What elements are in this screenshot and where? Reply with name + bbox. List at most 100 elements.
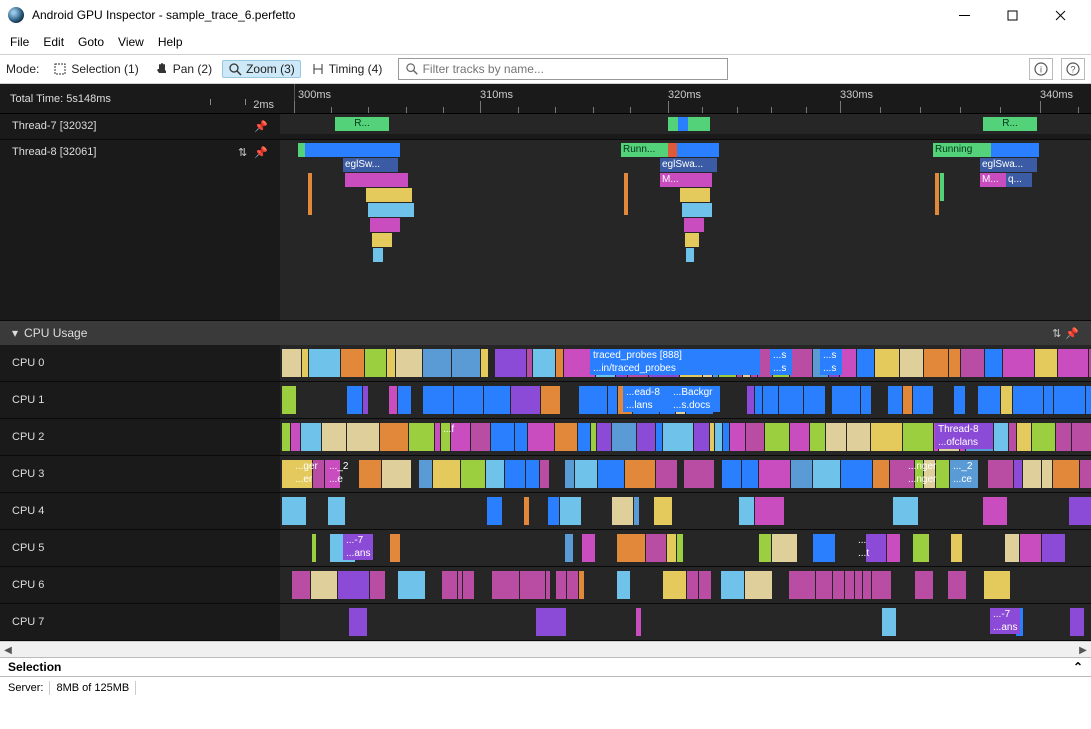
slice[interactable] [298, 143, 305, 157]
cpu-slice-label[interactable]: ..._2...e [326, 460, 350, 486]
slice[interactable] [688, 117, 710, 131]
cpu-content[interactable]: ...-7...ans ......t [280, 530, 1091, 566]
slice-running[interactable]: Runn... [621, 143, 668, 157]
menu-help[interactable]: Help [158, 35, 183, 49]
slice[interactable] [685, 233, 699, 247]
slice-m[interactable]: M... [980, 173, 1006, 187]
maximize-button[interactable] [997, 5, 1027, 25]
cpu-content[interactable] [280, 493, 1091, 529]
pin-icon[interactable]: 📌 [1065, 327, 1079, 340]
cpu-content[interactable]: Thread-8...ofclans ...f [280, 419, 1091, 455]
cpu-row-3[interactable]: CPU 3...ger...er..._2...e...nger...nger.… [0, 456, 1091, 493]
slice[interactable] [680, 188, 710, 202]
track-thread-8[interactable]: Thread-8 [32061] ⇅ 📌 eglSw... Runn... eg… [0, 140, 1091, 321]
pin-icon[interactable]: 📌 [254, 121, 268, 133]
selection-panel-header[interactable]: Selection ⌃ [0, 657, 1091, 677]
slice[interactable] [308, 173, 312, 215]
cpu-slice-label[interactable]: traced_probes [888]...in/traced_probes [590, 349, 760, 375]
statusbar: Server: 8MB of 125MB [0, 677, 1091, 699]
cpu-row-7[interactable]: CPU 7...-7...ans [0, 604, 1091, 641]
slice-running[interactable]: R... [983, 117, 1037, 131]
cpu-row-5[interactable]: CPU 5...-7...ans......t [0, 530, 1091, 567]
menu-goto[interactable]: Goto [78, 35, 104, 49]
selection-icon [53, 62, 67, 76]
slice-m[interactable]: M... [660, 173, 688, 187]
menu-view[interactable]: View [118, 35, 144, 49]
cpu-slice-label[interactable]: ......t [855, 534, 879, 560]
time-ruler[interactable]: Total Time: 5s148ms 2ms 300ms 310ms 320m… [0, 84, 1091, 114]
cpu-slice-label[interactable]: ...s...s [770, 349, 792, 375]
cpu-slice-label[interactable]: ...ger...er [292, 460, 322, 486]
slice[interactable] [372, 233, 392, 247]
cpu-slice-label[interactable]: ..._2...ce [950, 460, 978, 486]
zoom-mode-button[interactable]: Zoom (3) [222, 60, 301, 78]
slice[interactable] [345, 173, 408, 187]
slice[interactable] [678, 117, 688, 131]
slice[interactable] [686, 248, 694, 262]
cpu-row-2[interactable]: CPU 2Thread-8...ofclans...f [0, 419, 1091, 456]
track-filter[interactable] [398, 58, 728, 80]
horizontal-scrollbar[interactable]: ◀ ▶ [0, 641, 1091, 657]
slice[interactable] [684, 218, 704, 232]
cpu-slice-label[interactable]: ...f [440, 423, 470, 449]
cpu-content[interactable]: traced_probes [888]...in/traced_probes..… [280, 345, 1091, 381]
track-thread-7[interactable]: Thread-7 [32032] 📌 R... R... [0, 114, 1091, 140]
cpu-slice-label[interactable]: ...-7...ans [343, 534, 373, 560]
slice[interactable] [940, 173, 944, 201]
menu-file[interactable]: File [10, 35, 29, 49]
slice[interactable] [677, 143, 719, 157]
cpu-row-0[interactable]: CPU 0traced_probes [888]...in/traced_pro… [0, 345, 1091, 382]
thread-7-content[interactable]: R... R... [280, 114, 1091, 134]
close-button[interactable] [1045, 5, 1075, 25]
slice[interactable] [668, 143, 677, 157]
pin-icon[interactable]: 📌 [254, 147, 268, 159]
slice-running[interactable]: Running [933, 143, 991, 157]
slice-running[interactable]: R... [335, 117, 389, 131]
slice[interactable] [368, 203, 414, 217]
slice[interactable] [370, 218, 400, 232]
help-button[interactable]: ? [1061, 58, 1085, 80]
svg-text:?: ? [1070, 65, 1075, 75]
cpu-row-1[interactable]: CPU 1...ead-8...lans...Backgr...s.docs [0, 382, 1091, 419]
slice[interactable] [366, 188, 412, 202]
scroll-left-icon[interactable]: ◀ [0, 642, 16, 658]
collapse-toggle-icon[interactable]: ⇅ [1052, 327, 1061, 340]
scroll-right-icon[interactable]: ▶ [1075, 642, 1091, 658]
cpu-content[interactable]: ...-7...ans [280, 604, 1091, 640]
slice[interactable] [624, 173, 628, 215]
timing-mode-button[interactable]: Timing (4) [305, 60, 389, 78]
slice-eglswap[interactable]: eglSwa... [980, 158, 1037, 172]
menu-edit[interactable]: Edit [43, 35, 64, 49]
cpu-slice-label[interactable]: ...nger...nger [905, 460, 943, 486]
cpu-content[interactable]: ...ead-8...lans...Backgr...s.docs [280, 382, 1091, 418]
chevron-up-icon[interactable]: ⌃ [1073, 660, 1083, 674]
cpu-content[interactable] [280, 567, 1091, 603]
slice[interactable] [688, 173, 712, 187]
info-button[interactable]: i [1029, 58, 1053, 80]
thread-8-content[interactable]: eglSw... Runn... eglSwa... M... Running [280, 140, 1091, 320]
cpu-row-6[interactable]: CPU 6 [0, 567, 1091, 604]
slice[interactable] [668, 117, 678, 131]
slice-eglswap[interactable]: eglSw... [343, 158, 398, 172]
cpu-slice-label[interactable]: Thread-8...ofclans [935, 423, 993, 449]
collapse-toggle-icon[interactable]: ⇅ [238, 147, 247, 159]
cpu-content[interactable]: ...ger...er..._2...e ...nger...nger ..._2.… [280, 456, 1091, 492]
minimize-button[interactable] [949, 5, 979, 25]
slice[interactable] [305, 143, 400, 157]
cpu-slice-label[interactable]: ...-7...ans [990, 608, 1020, 634]
cpu-slice-label[interactable]: ...ead-8...lans [623, 386, 668, 412]
selection-mode-button[interactable]: Selection (1) [47, 60, 144, 78]
slice[interactable] [991, 143, 1039, 157]
pan-mode-button[interactable]: Pan (2) [149, 60, 218, 78]
slice[interactable] [682, 203, 712, 217]
cpu-slice-label[interactable]: ...Backgr...s.docs [670, 386, 720, 412]
slice[interactable] [935, 173, 939, 215]
slice-q[interactable]: q... [1006, 173, 1032, 187]
slice[interactable] [373, 248, 383, 262]
cpu-usage-header[interactable]: ▾ CPU Usage ⇅ 📌 [0, 321, 1091, 345]
track-filter-input[interactable] [423, 62, 722, 76]
slice-eglswap[interactable]: eglSwa... [660, 158, 717, 172]
chevron-down-icon[interactable]: ▾ [12, 326, 18, 340]
cpu-slice-label[interactable]: ...s...s [820, 349, 842, 375]
cpu-row-4[interactable]: CPU 4 [0, 493, 1091, 530]
